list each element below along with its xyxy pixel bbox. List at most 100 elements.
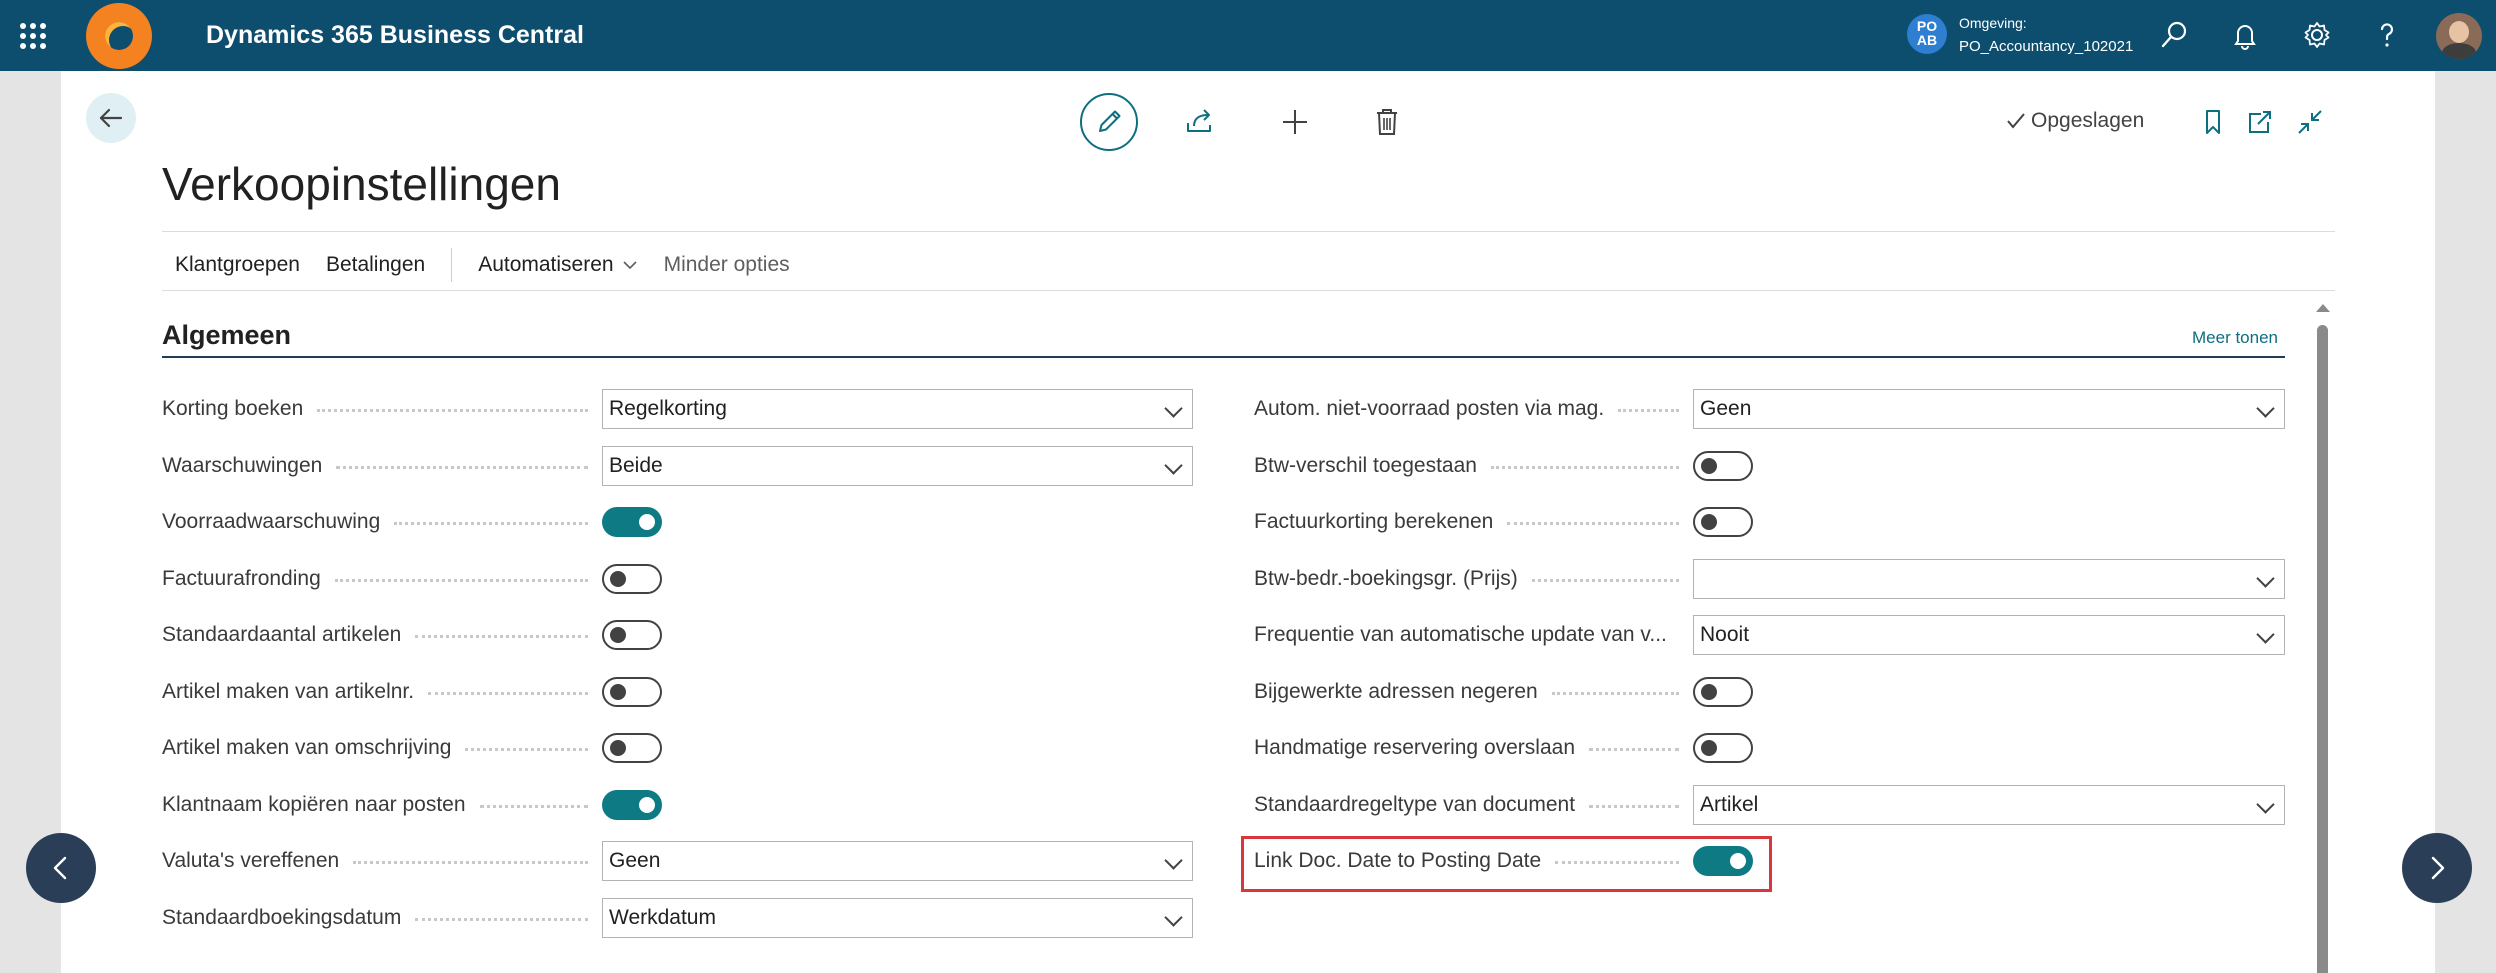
toggle-factuurafronding[interactable] [602,564,662,594]
dropdown-valuta-s-vereffenen[interactable]: Geen [602,841,1193,881]
saved-status-label: Opgeslagen [2031,109,2145,132]
dropdown-standaardregeltype-van-document[interactable]: Artikel [1693,785,2285,825]
action-bar: Klantgroepen Betalingen Automatiseren Mi… [175,248,816,282]
chevron-down-icon [2256,625,2275,644]
field-label: Frequentie van automatische update van v… [1254,623,1667,646]
field-row-artikel-maken-van-omschrijving: Artikel maken van omschrijving [162,727,451,769]
dropdown-value: Werkdatum [609,906,716,929]
delete-trash-icon[interactable] [1358,93,1416,151]
section-divider [162,356,2285,358]
dropdown-frequentie-van-automatische-update-van-v[interactable]: Nooit [1693,615,2285,655]
saved-status: Opgeslagen [2005,109,2144,133]
action-fewer-options[interactable]: Minder opties [664,253,790,277]
field-leader-dots [1507,522,1679,525]
dynamics-logo [86,3,152,69]
toggle-artikel-maken-van-omschrijving[interactable] [602,733,662,763]
chevron-down-icon [2256,569,2275,588]
toggle-klantnaam-kopi-ren-naar-posten[interactable] [602,790,662,820]
action-customer-groups[interactable]: Klantgroepen [175,253,300,277]
help-icon[interactable] [2370,18,2404,52]
scroll-up-arrow[interactable] [2316,304,2330,312]
field-leader-dots [479,805,588,808]
dropdown-value: Geen [1700,397,1752,420]
show-more-link[interactable]: Meer tonen [2192,328,2278,348]
action-payments[interactable]: Betalingen [326,253,425,277]
next-record-button[interactable] [2402,833,2472,903]
environment-badge[interactable]: PO AB [1907,14,1947,54]
dropdown-value: Beide [609,454,663,477]
toggle-btw-verschil-toegestaan[interactable] [1693,451,1753,481]
environment-name[interactable]: PO_Accountancy_102021 [1959,38,2133,55]
toggle-voorraadwaarschuwing[interactable] [602,507,662,537]
scrollbar-thumb[interactable] [2317,325,2328,973]
chevron-left-icon [53,856,67,880]
chevron-down-icon [2256,795,2275,814]
toggle-knob [1701,458,1717,474]
toggle-knob [639,514,655,530]
field-row-standaardregeltype-van-document: Standaardregeltype van document [1254,784,1575,826]
previous-record-button[interactable] [26,833,96,903]
search-icon[interactable] [2157,18,2191,52]
toggle-knob [610,571,626,587]
pencil-icon [1099,110,1121,132]
collapse-icon[interactable] [2281,95,2339,149]
chevron-down-icon [1164,456,1183,475]
field-leader-dots [394,522,588,525]
notifications-bell-icon[interactable] [2228,18,2262,52]
field-row-voorraadwaarschuwing: Voorraadwaarschuwing [162,501,380,543]
field-leader-dots [317,409,588,412]
environment-initials-line-2: AB [1916,32,1938,48]
toggle-artikel-maken-van-artikelnr[interactable] [602,677,662,707]
action-separator [451,248,453,282]
action-automate[interactable]: Automatiseren [478,253,637,277]
field-row-standaardboekingsdatum: Standaardboekingsdatum [162,897,401,939]
toggle-knob [610,684,626,700]
dropdown-standaardboekingsdatum[interactable]: Werkdatum [602,898,1193,938]
field-label: Artikel maken van omschrijving [162,736,452,759]
field-row-factuurafronding: Factuurafronding [162,558,321,600]
dropdown-waarschuwingen[interactable]: Beide [602,446,1193,486]
chevron-down-icon [2256,399,2275,418]
action-automate-label: Automatiseren [478,253,614,276]
back-button[interactable] [86,93,136,143]
field-leader-dots [415,635,588,638]
share-icon[interactable] [1172,93,1230,151]
chevron-down-icon [623,261,637,270]
field-label: Voorraadwaarschuwing [162,510,381,533]
user-avatar[interactable] [2436,13,2482,59]
dropdown-btw-bedr-boekingsgr-prijs[interactable] [1693,559,2285,599]
toggle-knob [639,797,655,813]
toggle-factuurkorting-berekenen[interactable] [1693,507,1753,537]
field-row-handmatige-reservering-overslaan: Handmatige reservering overslaan [1254,727,1575,769]
settings-gear-icon[interactable] [2300,18,2334,52]
environment-initials-line-1: PO [1916,18,1938,34]
chevron-right-icon [2431,856,2445,880]
dropdown-autom-niet-voorraad-posten-via-mag[interactable]: Geen [1693,389,2285,429]
field-leader-dots [1589,748,1679,751]
section-title[interactable]: Algemeen [162,320,291,351]
field-row-klantnaam-kopi-ren-naar-posten: Klantnaam kopiëren naar posten [162,784,466,826]
field-label: Factuurkorting berekenen [1254,510,1494,533]
field-label: Waarschuwingen [162,454,323,477]
field-row-btw-verschil-toegestaan: Btw-verschil toegestaan [1254,445,1477,487]
field-label: Btw-bedr.-boekingsgr. (Prijs) [1254,567,1518,590]
field-label: Korting boeken [162,397,304,420]
dropdown-value: Geen [609,849,661,872]
field-row-btw-bedr-boekingsgr-prijs: Btw-bedr.-boekingsgr. (Prijs) [1254,558,1518,600]
dropdown-korting-boeken[interactable]: Regelkorting [602,389,1193,429]
toggle-bijgewerkte-adressen-negeren[interactable] [1693,677,1753,707]
edit-button[interactable] [1080,93,1138,151]
field-row-autom-niet-voorraad-posten-via-mag: Autom. niet-voorraad posten via mag. [1254,388,1604,430]
field-leader-dots [1551,692,1679,695]
top-bar: Dynamics 365 Business Central PO AB Omge… [0,0,2496,71]
field-row-valuta-s-vereffenen: Valuta's vereffenen [162,840,339,882]
add-new-icon[interactable] [1266,93,1324,151]
environment-label: Omgeving: [1959,15,2027,31]
app-launcher-icon[interactable] [20,23,46,49]
field-label: Btw-verschil toegestaan [1254,454,1477,477]
toggle-knob [610,627,626,643]
chevron-down-icon [1164,908,1183,927]
toggle-handmatige-reservering-overslaan[interactable] [1693,733,1753,763]
chevron-down-icon [1164,399,1183,418]
toggle-standaardaantal-artikelen[interactable] [602,620,662,650]
